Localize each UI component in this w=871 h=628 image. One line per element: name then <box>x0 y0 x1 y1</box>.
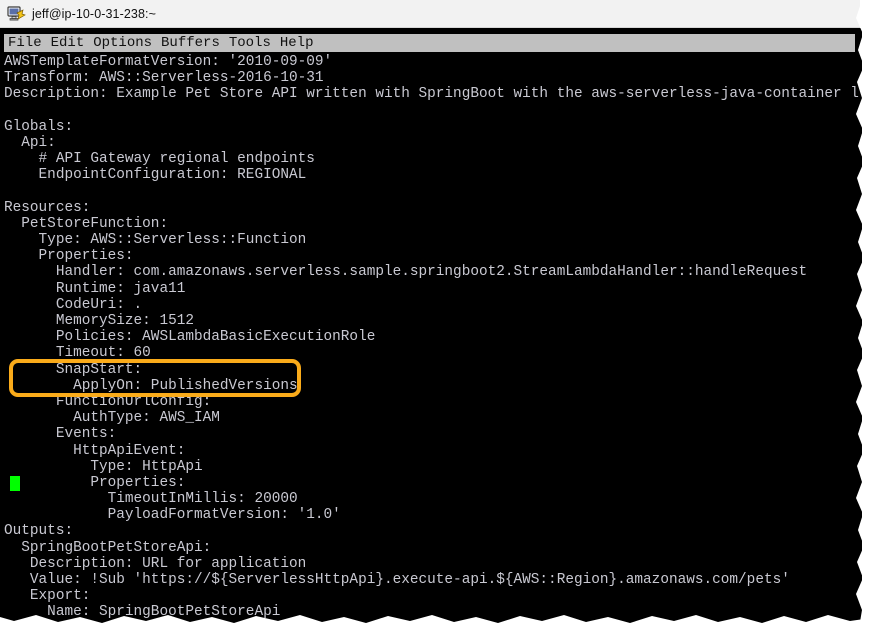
window-title: jeff@ip-10-0-31-238:~ <box>32 6 157 21</box>
terminal-window: jeff@ip-10-0-31-238:~ File Edit Options … <box>0 0 871 628</box>
code-line: Description: URL for application <box>4 555 307 572</box>
code-line: PayloadFormatVersion: '1.0' <box>4 507 341 524</box>
code-line: Timeout: 60 <box>4 345 151 362</box>
menu-item-buffers[interactable]: Buffers <box>161 34 220 52</box>
code-line: HttpApiEvent: <box>4 442 186 459</box>
code-line: EndpointConfiguration: REGIONAL <box>4 167 307 184</box>
code-line: Description: Example Pet Store API writt… <box>4 86 860 103</box>
code-line-list: AWSTemplateFormatVersion: '2010-09-09' Tr… <box>4 54 860 621</box>
code-line: Transform: AWS::Serverless-2016-10-31 <box>4 70 324 87</box>
code-line: Name: SpringBootPetStoreApi <box>4 604 281 621</box>
code-line: Handler: com.amazonaws.serverless.sample… <box>4 264 808 281</box>
code-line: AuthType: AWS_IAM <box>4 410 220 427</box>
code-line: SpringBootPetStoreApi: <box>4 539 212 556</box>
code-line: PetStoreFunction: <box>4 215 169 232</box>
code-line: Runtime: java11 <box>4 280 186 297</box>
window-titlebar: jeff@ip-10-0-31-238:~ <box>0 0 860 28</box>
menu-item-file[interactable]: File <box>8 34 42 52</box>
code-line: Outputs: <box>4 523 74 540</box>
putty-terminal-icon <box>7 5 26 20</box>
code-line: MemorySize: 1512 <box>4 313 194 329</box>
code-line: Api: <box>4 134 56 151</box>
yaml-buffer[interactable]: AWSTemplateFormatVersion: '2010-09-09' Tr… <box>4 54 860 628</box>
code-line: ApplyOn: PublishedVersions <box>4 377 298 394</box>
code-line: Type: HttpApi <box>4 458 203 475</box>
code-line: Policies: AWSLambdaBasicExecutionRole <box>4 329 376 346</box>
code-line: Events: <box>4 426 117 443</box>
code-line: TimeoutInMillis: 20000 <box>4 491 298 508</box>
code-line: Value: !Sub 'https://${ServerlessHttpApi… <box>4 572 790 588</box>
code-line: # API Gateway regional endpoints <box>4 151 315 168</box>
code-line: Properties: <box>4 474 186 491</box>
menu-item-edit[interactable]: Edit <box>51 34 85 52</box>
code-line: Type: AWS::Serverless::Function <box>4 232 307 249</box>
code-line: Export: <box>4 588 91 605</box>
code-line: AWSTemplateFormatVersion: '2010-09-09' <box>4 54 333 70</box>
menu-item-options[interactable]: Options <box>93 34 152 52</box>
text-cursor <box>10 475 20 491</box>
emacs-frame: File Edit Options Buffers Tools Help AWS… <box>0 28 862 628</box>
code-line: Properties: <box>4 248 134 265</box>
code-line: Resources: <box>4 199 91 216</box>
menu-item-help[interactable]: Help <box>280 34 314 52</box>
code-line: SnapStart: <box>4 361 143 378</box>
menubar: File Edit Options Buffers Tools Help <box>4 34 855 52</box>
code-line: CodeUri: . <box>4 296 143 313</box>
code-line: FunctionUrlConfig: <box>4 393 212 410</box>
code-line: Globals: <box>4 118 74 135</box>
menu-item-tools[interactable]: Tools <box>229 34 271 52</box>
